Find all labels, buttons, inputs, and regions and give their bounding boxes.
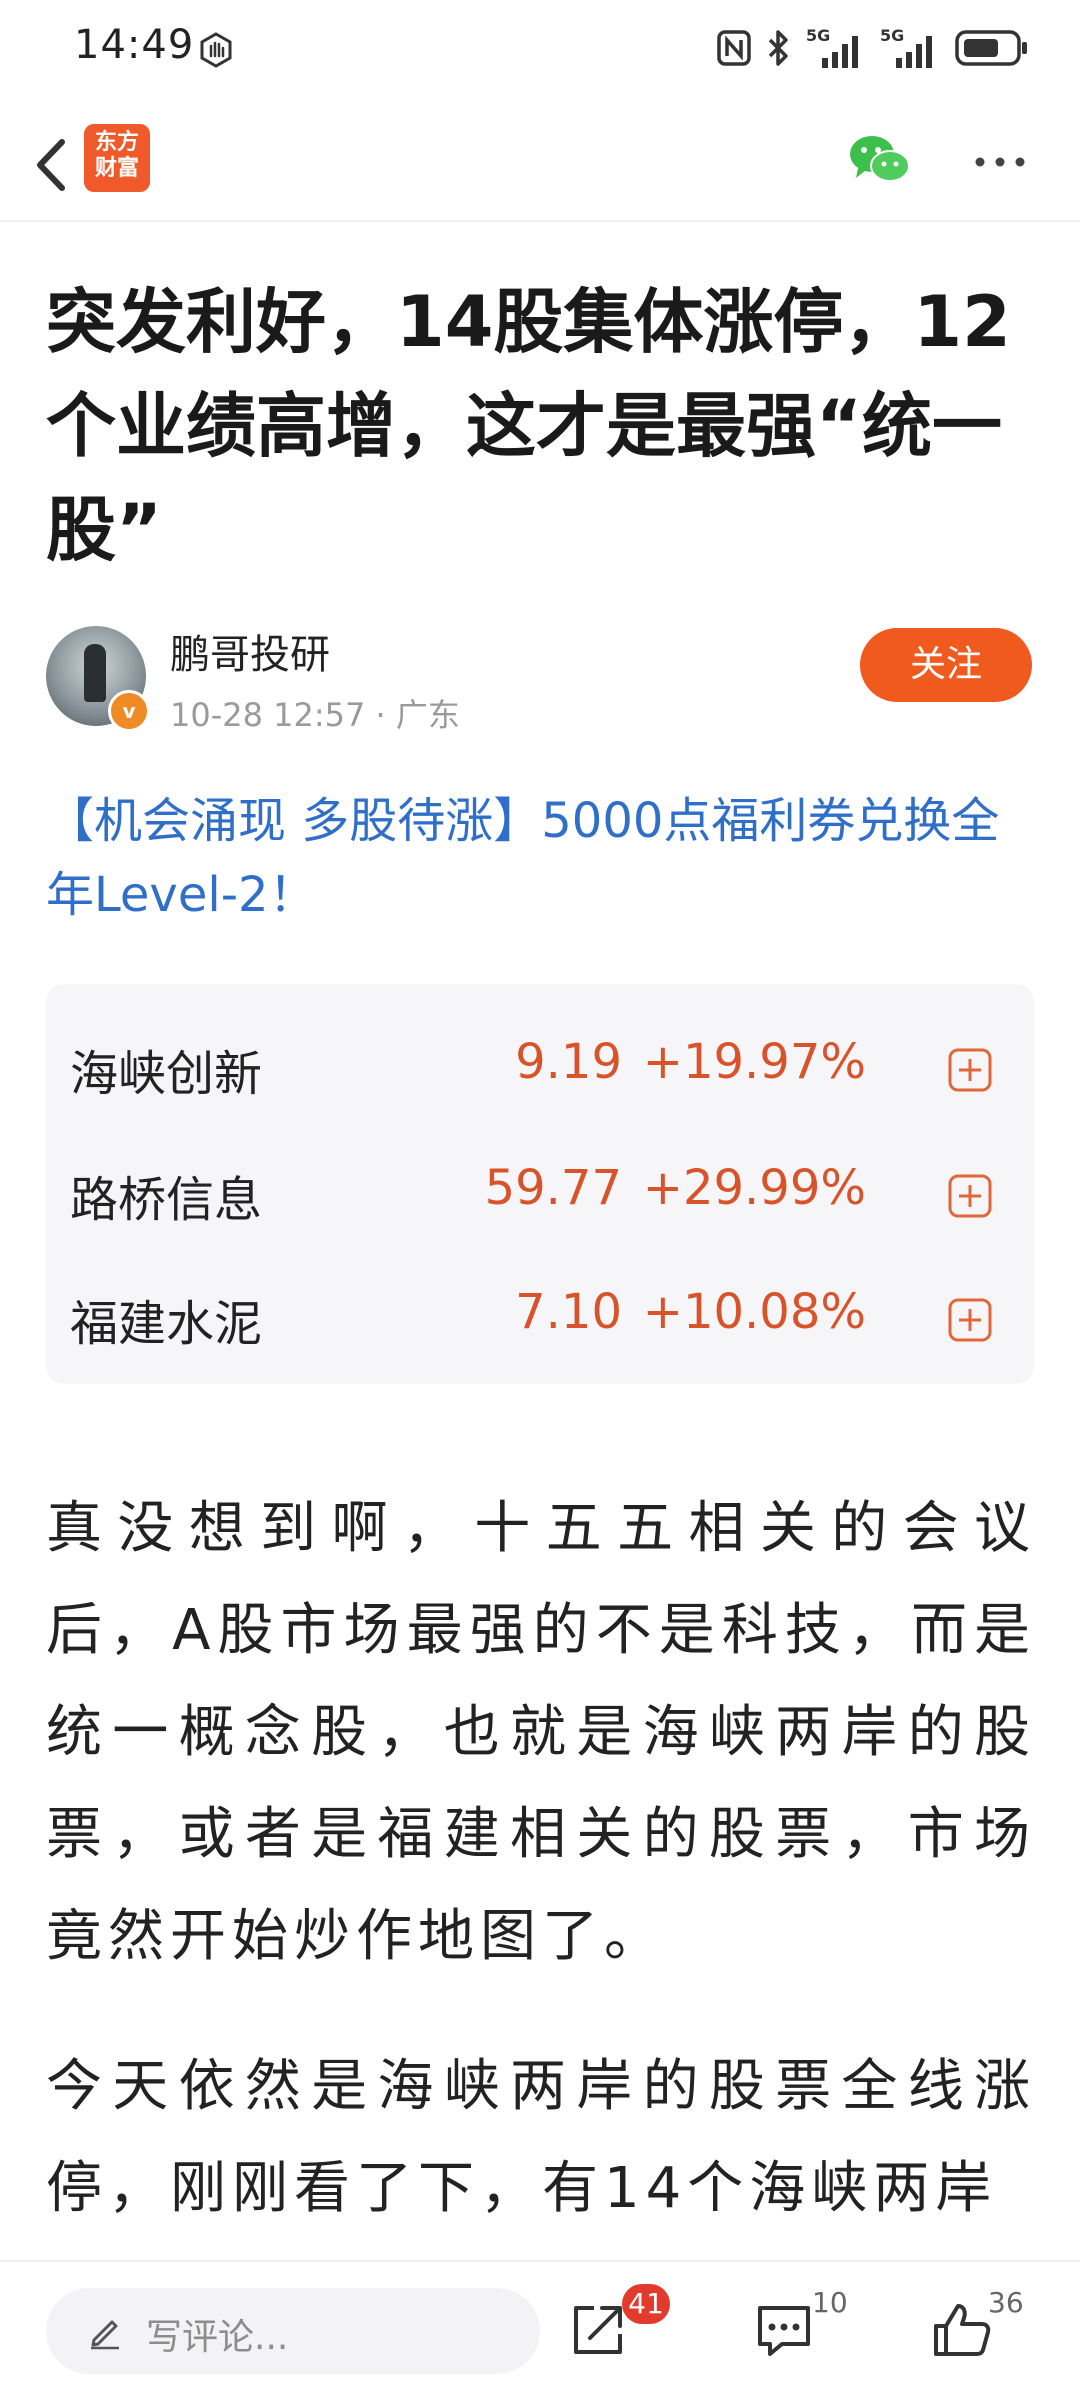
article-title: 突发利好，14股集体涨停，12个业绩高增，这才是最强“统一股” bbox=[46, 281, 1011, 571]
stock-card: 海峡创新 9.19 +19.97% 路桥信息 59.77 +29.99% 福建水… bbox=[46, 984, 1034, 1384]
status-icons: 5G 5G bbox=[716, 26, 1030, 70]
follow-button[interactable]: 关注 bbox=[860, 628, 1032, 702]
like-count: 36 bbox=[988, 2286, 1024, 2319]
stock-price: 59.77 bbox=[484, 1160, 622, 1216]
post-datetime: 10-28 12:57 bbox=[170, 696, 366, 734]
share-count-badge: 41 bbox=[622, 2284, 670, 2324]
add-watchlist-icon[interactable] bbox=[948, 1174, 992, 1218]
bottom-action-bar: 写评论... 41 10 36 bbox=[0, 2260, 1080, 2402]
author-name[interactable]: 鹏哥投研 bbox=[170, 622, 330, 680]
share-icon[interactable] bbox=[566, 2298, 630, 2362]
comment-count: 10 bbox=[812, 2286, 848, 2319]
stock-price: 7.10 bbox=[515, 1284, 622, 1340]
stock-change: +19.97% bbox=[642, 1034, 866, 1090]
post-location: 广东 bbox=[395, 696, 460, 734]
article-paragraph: 今天依然是海峡两岸的股票全线涨停，刚刚看了下，有14个海峡两岸 bbox=[46, 2054, 1036, 2221]
stock-name: 福建水泥 bbox=[70, 1296, 263, 1352]
stock-row[interactable]: 路桥信息 59.77 +29.99% bbox=[46, 1122, 1034, 1248]
stock-change: +29.99% bbox=[642, 1160, 866, 1216]
stock-row[interactable]: 福建水泥 7.10 +10.08% bbox=[46, 1246, 1034, 1372]
status-bar: 14:49 5G 5G bbox=[0, 0, 1080, 100]
promo-link[interactable]: 【机会涌现 多股待涨】5000点福利券兑换全年Level-2！ bbox=[46, 784, 1036, 932]
stock-row[interactable]: 海峡创新 9.19 +19.97% bbox=[46, 996, 1034, 1122]
bluetooth-icon bbox=[768, 30, 788, 66]
add-watchlist-icon[interactable] bbox=[948, 1048, 992, 1092]
signal-icon-2: 5G bbox=[880, 26, 940, 70]
meta-separator: · bbox=[375, 696, 396, 734]
hand-icon bbox=[200, 32, 232, 68]
stock-name: 海峡创新 bbox=[70, 1046, 263, 1102]
comment-icon[interactable] bbox=[752, 2298, 816, 2362]
article-paragraph: 真没想到啊，十五五相关的会议后，A股市场最强的不是科技，而是统一概念股，也就是海… bbox=[46, 1496, 1036, 1969]
comment-input[interactable]: 写评论... bbox=[46, 2288, 540, 2374]
app-logo[interactable]: 东方 财富 bbox=[84, 124, 150, 192]
stock-price: 9.19 bbox=[515, 1034, 622, 1090]
avatar-figure bbox=[84, 644, 106, 702]
logo-text-line2: 财富 bbox=[94, 156, 139, 181]
logo-text-line1: 东方 bbox=[94, 130, 139, 155]
pen-icon bbox=[91, 2320, 119, 2350]
app-header: 东方 财富 bbox=[0, 110, 1080, 222]
comment-placeholder: 写评论... bbox=[146, 2317, 289, 2358]
thumbs-up-icon[interactable] bbox=[930, 2298, 994, 2362]
add-watchlist-icon[interactable] bbox=[948, 1298, 992, 1342]
signal-icon-1: 5G bbox=[806, 26, 866, 70]
back-arrow-icon[interactable] bbox=[22, 130, 82, 200]
more-icon[interactable] bbox=[970, 142, 1030, 182]
post-meta: 10-28 12:57 · 广东 bbox=[170, 690, 460, 736]
battery-icon bbox=[955, 30, 1027, 66]
stock-change: +10.08% bbox=[642, 1284, 866, 1340]
nfc-icon bbox=[717, 30, 751, 66]
verified-badge: v bbox=[108, 690, 150, 732]
status-time: 14:49 bbox=[74, 22, 195, 68]
wechat-icon[interactable] bbox=[846, 130, 912, 190]
stock-name: 路桥信息 bbox=[70, 1172, 263, 1228]
